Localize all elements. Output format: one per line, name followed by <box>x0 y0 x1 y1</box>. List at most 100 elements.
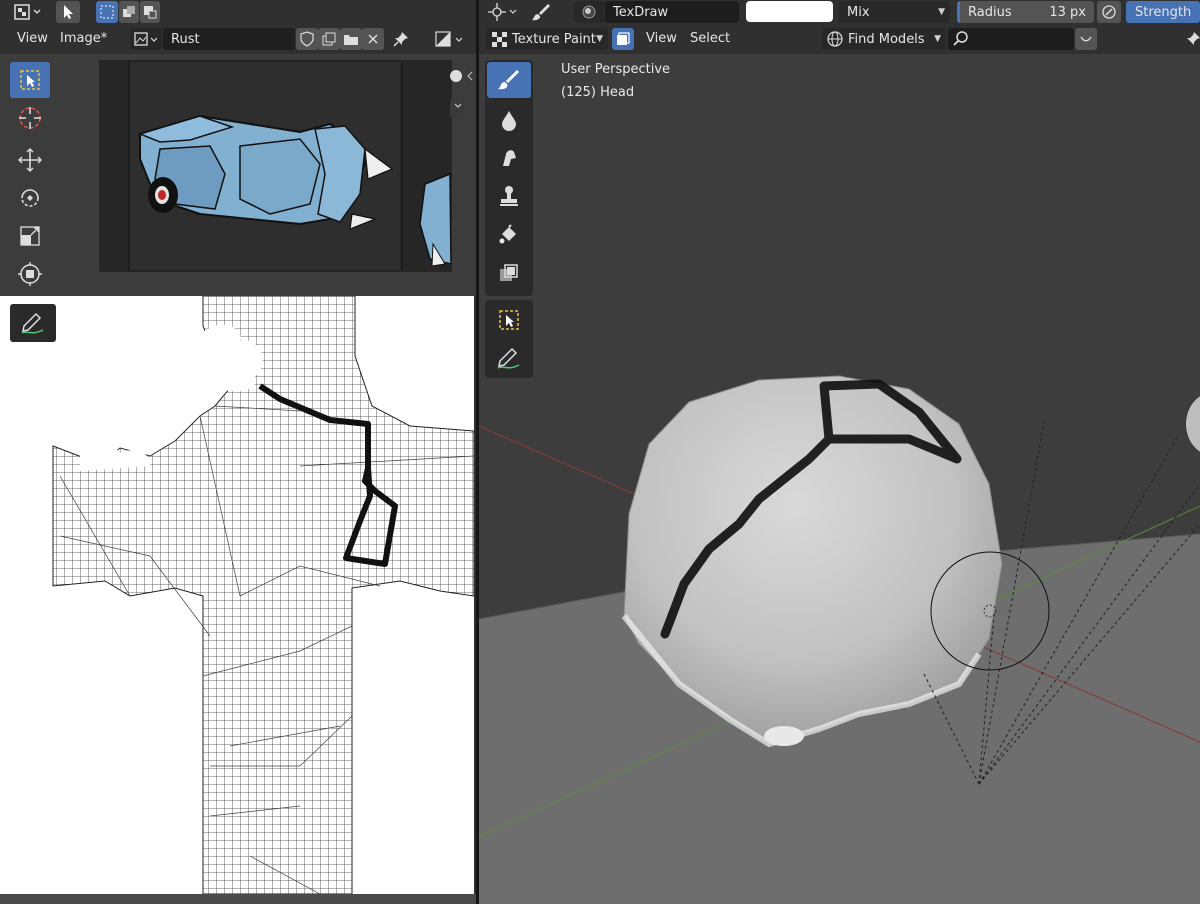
brush-icon <box>532 4 550 21</box>
3d-viewport-icon <box>488 3 517 21</box>
brush-color-swatch[interactable] <box>746 1 833 22</box>
mode-text: Texture Paint <box>512 31 596 47</box>
fill-tool[interactable] <box>487 216 531 252</box>
uv-canvas[interactable] <box>0 296 474 894</box>
search-icon <box>953 31 968 46</box>
shield-icon <box>300 31 314 47</box>
stamp-icon <box>500 186 518 206</box>
mask-icon <box>500 264 518 281</box>
radius-pressure-button[interactable] <box>1097 1 1121 23</box>
view-menu-3d[interactable]: View <box>646 29 677 49</box>
texture-paint-icon <box>492 32 507 47</box>
find-models-dropdown[interactable]: Find Models ▼ <box>822 28 946 50</box>
blend-mode-text: Mix <box>847 4 870 20</box>
transform-tool[interactable] <box>10 256 50 292</box>
brush-name-text: TexDraw <box>613 4 669 20</box>
annotate-tool[interactable] <box>10 304 56 342</box>
strength-label: Strength <box>1135 4 1192 20</box>
selection-mode-extend-button[interactable] <box>119 1 139 23</box>
annotate-pencil-icon <box>21 312 44 334</box>
display-channels-icon <box>435 31 463 47</box>
select-box-icon <box>100 5 114 19</box>
paint-toolbar-secondary <box>485 300 533 378</box>
viewport-canvas[interactable]: User Perspective (125) Head <box>479 54 1200 904</box>
image-browse-button[interactable] <box>130 28 162 50</box>
fake-user-button[interactable] <box>296 28 318 50</box>
soften-tool[interactable] <box>487 102 531 138</box>
select-box-tool-icon <box>20 70 40 90</box>
select-subtract-icon <box>144 6 157 19</box>
folder-icon <box>344 35 358 45</box>
brush-name-field[interactable]: TexDraw <box>605 1 739 23</box>
clone-tool[interactable] <box>487 178 531 214</box>
texture-preview-image <box>99 60 473 272</box>
image-name-text: Rust <box>171 31 200 47</box>
image-editor-tool-header <box>0 0 476 24</box>
radius-value: 13 px <box>1049 4 1086 20</box>
mask-tool[interactable] <box>487 256 531 292</box>
annotate-tool-3d[interactable] <box>487 340 531 376</box>
select-box-icon <box>499 310 519 330</box>
scale-tool[interactable] <box>10 218 50 254</box>
face-mask-icon <box>617 32 630 45</box>
tool-settings-header: TexDraw Mix ▼ Radius 13 px Strength <box>479 0 1200 24</box>
draw-tool[interactable] <box>487 62 531 98</box>
image-name-field[interactable]: Rust <box>163 28 295 50</box>
viewport-header: Texture Paint ▼ View Select Find Models … <box>479 24 1200 54</box>
duplicate-image-button[interactable] <box>318 28 340 50</box>
pin-button[interactable] <box>390 28 412 50</box>
3d-scene <box>479 375 1200 904</box>
3d-viewport-editor: TexDraw Mix ▼ Radius 13 px Strength Text… <box>479 0 1200 904</box>
smear-finger-icon <box>503 150 516 166</box>
select-tool-button[interactable] <box>56 1 80 23</box>
cursor-icon <box>64 5 73 19</box>
crosshair-cursor-icon <box>19 107 41 129</box>
scale-icon <box>20 226 40 246</box>
rotate-icon <box>21 189 39 207</box>
blend-mode-dropdown[interactable]: Mix ▼ <box>839 1 950 23</box>
image-icon <box>134 32 158 46</box>
chevron-down-icon: ▼ <box>938 7 945 17</box>
editor-type-icon <box>14 4 41 20</box>
strength-field[interactable]: Strength <box>1126 1 1200 23</box>
rotate-tool[interactable] <box>10 180 50 216</box>
open-image-button[interactable] <box>340 28 362 50</box>
select-menu-3d[interactable]: Select <box>690 29 730 49</box>
uv-toolbar <box>8 60 58 300</box>
unlink-image-button[interactable] <box>362 28 384 50</box>
uv-mesh-wireframe <box>52 296 474 894</box>
active-object-label: (125) Head <box>561 85 635 100</box>
mode-dropdown[interactable]: Texture Paint ▼ <box>486 28 608 50</box>
bucket-icon <box>499 224 516 244</box>
pen-pressure-icon <box>1102 5 1116 19</box>
view-menu[interactable]: View <box>17 29 48 49</box>
brush-browse-button[interactable] <box>574 1 604 23</box>
editor-type-button-3d[interactable] <box>486 1 520 23</box>
chevron-down-icon <box>1080 36 1092 42</box>
globe-icon <box>827 31 843 47</box>
select-extend-icon <box>123 6 135 17</box>
move-icon <box>18 148 42 172</box>
editor-type-button[interactable] <box>8 1 44 23</box>
select-box-tool-3d[interactable] <box>487 302 531 338</box>
annotate-pencil-icon <box>497 347 520 369</box>
selection-mode-new-button[interactable] <box>96 1 118 23</box>
selection-mode-subtract-button[interactable] <box>140 1 160 23</box>
pin-icon <box>393 32 408 47</box>
transform-icon <box>18 262 42 286</box>
search-options-button[interactable] <box>1075 28 1097 50</box>
select-box-tool[interactable] <box>10 62 50 98</box>
image-preview-area[interactable] <box>0 54 476 296</box>
overflow-tool-button[interactable] <box>1185 28 1200 50</box>
radius-label: Radius <box>968 4 1012 20</box>
brush-tool-button[interactable] <box>528 1 554 23</box>
radius-field[interactable]: Radius 13 px <box>957 1 1094 23</box>
image-menu[interactable]: Image* <box>60 29 107 49</box>
display-channels-button[interactable] <box>432 28 468 50</box>
close-icon <box>368 34 378 44</box>
move-tool[interactable] <box>10 142 50 178</box>
search-input[interactable] <box>948 28 1074 50</box>
paint-mask-toggle[interactable] <box>612 28 634 50</box>
cursor-tool[interactable] <box>10 100 50 136</box>
smear-tool[interactable] <box>487 140 531 176</box>
